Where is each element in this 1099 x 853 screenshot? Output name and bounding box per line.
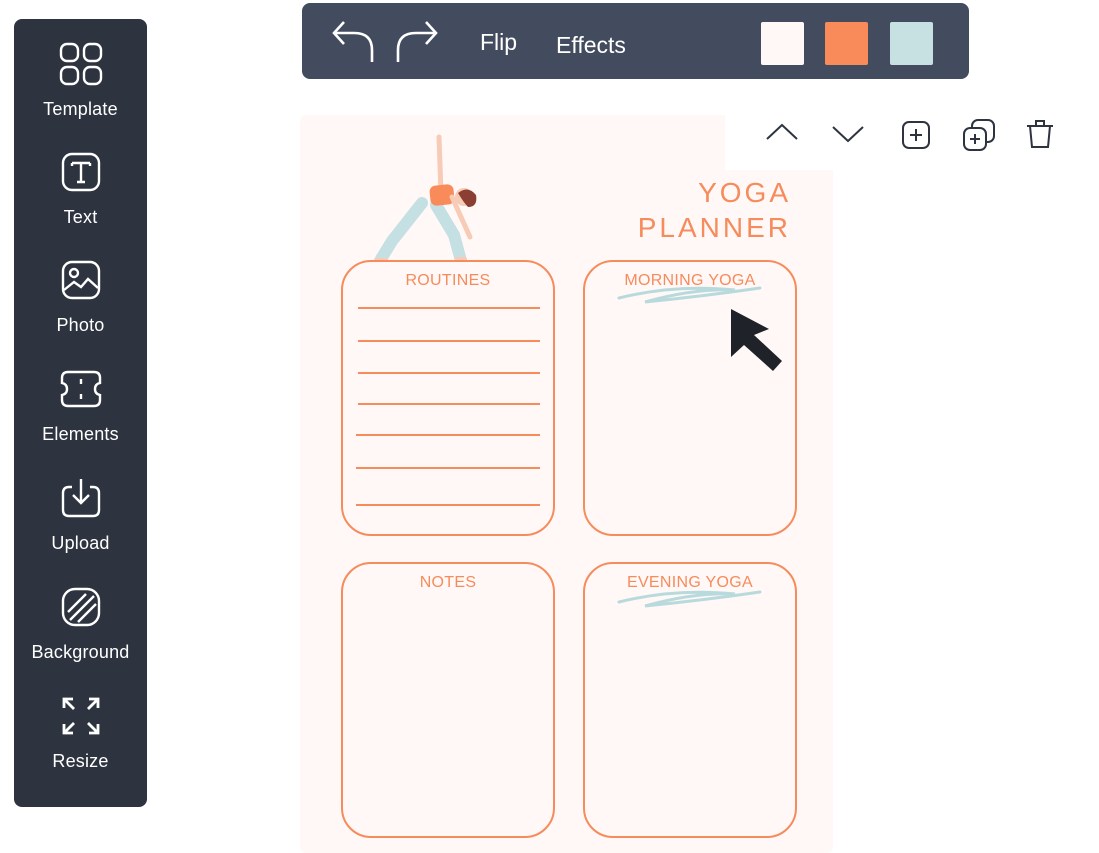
mouse-pointer-icon bbox=[731, 309, 782, 371]
color-swatch-cream[interactable] bbox=[761, 22, 804, 65]
sidebar-item-label: Photo bbox=[56, 315, 105, 335]
chevron-up-icon bbox=[766, 123, 798, 140]
routine-line bbox=[358, 403, 540, 405]
color-swatch-orange[interactable] bbox=[825, 22, 868, 65]
routine-line bbox=[356, 504, 540, 506]
routine-line bbox=[358, 307, 540, 309]
redo-button[interactable] bbox=[394, 16, 440, 66]
elements-icon bbox=[58, 366, 104, 412]
undo-icon bbox=[332, 21, 374, 62]
trash-icon bbox=[1027, 120, 1053, 148]
notes-heading: NOTES bbox=[419, 574, 477, 591]
sidebar-item-label: Upload bbox=[51, 533, 110, 553]
sidebar-item-label: Background bbox=[31, 642, 130, 662]
notes-panel[interactable]: NOTES bbox=[341, 562, 555, 838]
resize-icon bbox=[58, 693, 104, 739]
design-canvas[interactable]: YOGA PLANNER ROUTINES MORNING YOGA NOTES… bbox=[300, 115, 833, 853]
sidebar-item-text[interactable]: Text bbox=[14, 127, 147, 227]
move-down-button[interactable] bbox=[831, 124, 865, 144]
sidebar-item-label: Template bbox=[43, 99, 118, 119]
yoga-woman-illustration bbox=[374, 134, 477, 265]
redo-icon bbox=[396, 21, 438, 62]
photo-icon bbox=[58, 257, 104, 303]
background-icon bbox=[58, 584, 104, 630]
undo-button[interactable] bbox=[330, 16, 376, 66]
page-toolbar bbox=[725, 98, 1099, 170]
sidebar-item-upload[interactable]: Upload bbox=[14, 453, 147, 553]
sidebar-item-label: Text bbox=[63, 207, 98, 227]
routines-heading: ROUTINES bbox=[405, 272, 491, 289]
effects-button[interactable]: Effects bbox=[556, 32, 626, 59]
add-page-button[interactable] bbox=[901, 120, 931, 150]
morning-yoga-panel[interactable]: MORNING YOGA bbox=[583, 260, 797, 536]
sidebar-item-label: Elements bbox=[42, 424, 119, 444]
delete-page-button[interactable] bbox=[1025, 118, 1055, 150]
sidebar-item-resize[interactable]: Resize bbox=[14, 671, 147, 771]
routines-panel[interactable]: ROUTINES bbox=[341, 260, 555, 536]
chevron-down-icon bbox=[832, 126, 864, 143]
morning-yoga-heading: MORNING YOGA bbox=[624, 272, 756, 289]
routine-line bbox=[356, 434, 540, 436]
color-swatch-teal[interactable] bbox=[890, 22, 933, 65]
sidebar-item-photo[interactable]: Photo bbox=[14, 235, 147, 335]
upload-icon bbox=[58, 475, 104, 521]
sidebar-item-background[interactable]: Background bbox=[14, 562, 147, 662]
routine-line bbox=[356, 467, 540, 469]
top-toolbar: Flip Effects bbox=[302, 3, 969, 79]
text-icon bbox=[58, 149, 104, 195]
sidebar: Template Text Photo Elements Upload Back… bbox=[14, 19, 147, 807]
grid-icon bbox=[58, 41, 104, 87]
routine-line bbox=[358, 372, 540, 374]
planner-title-line1: YOGA bbox=[698, 177, 791, 208]
add-page-icon bbox=[902, 121, 930, 149]
flip-button[interactable]: Flip bbox=[480, 29, 517, 56]
move-up-button[interactable] bbox=[765, 122, 799, 142]
sidebar-item-elements[interactable]: Elements bbox=[14, 344, 147, 444]
planner-title-line2: PLANNER bbox=[637, 212, 791, 243]
routine-line bbox=[358, 340, 540, 342]
sidebar-item-template[interactable]: Template bbox=[14, 19, 147, 119]
evening-yoga-heading: EVENING YOGA bbox=[626, 574, 753, 591]
evening-yoga-panel[interactable]: EVENING YOGA bbox=[583, 562, 797, 838]
duplicate-icon bbox=[963, 119, 995, 151]
sidebar-item-label: Resize bbox=[52, 751, 109, 771]
duplicate-page-button[interactable] bbox=[962, 118, 996, 152]
